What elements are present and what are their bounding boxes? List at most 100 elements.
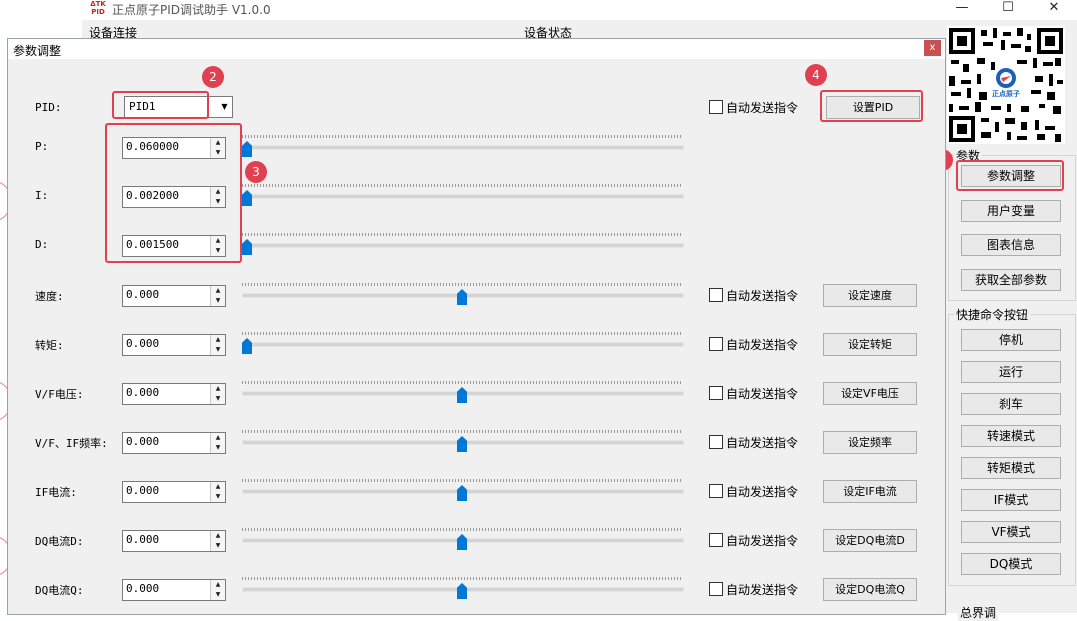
spin-down-icon[interactable]: ▼ [211, 443, 225, 453]
pid-slider[interactable] [242, 135, 684, 159]
pid-label: PID: [35, 101, 62, 114]
auto-send-checkbox[interactable] [709, 288, 723, 302]
speed-mode-button[interactable]: 转速模式 [961, 425, 1061, 447]
param-value-input[interactable]: 0.000 ▲ ▼ [122, 432, 226, 454]
run-button[interactable]: 运行 [961, 361, 1061, 383]
spin-arrows[interactable]: ▲ ▼ [210, 286, 225, 306]
param-slider[interactable] [242, 479, 684, 503]
vf-mode-button[interactable]: VF模式 [961, 521, 1061, 543]
set-param-button[interactable]: 设定速度 [823, 284, 917, 307]
pid-slider[interactable] [242, 184, 684, 208]
slider-thumb[interactable] [457, 436, 467, 452]
param-adjust-dialog: 参数调整 x PID: PID1 ▼ 自动发送指令 设置PID P: 0.0600… [7, 38, 946, 615]
spin-arrows[interactable]: ▲ ▼ [210, 580, 225, 600]
slider-thumb[interactable] [457, 583, 467, 599]
set-param-button[interactable]: 设定VF电压 [823, 382, 917, 405]
slider-thumb[interactable] [457, 289, 467, 305]
spin-down-icon[interactable]: ▼ [211, 345, 225, 355]
param-value-input-value: 0.000 [126, 484, 160, 497]
torque-mode-button[interactable]: 转矩模式 [961, 457, 1061, 479]
user-variables-button[interactable]: 用户变量 [961, 200, 1061, 222]
spin-up-icon[interactable]: ▲ [211, 433, 225, 443]
param-value-input[interactable]: 0.000 ▲ ▼ [122, 285, 226, 307]
spin-down-icon[interactable]: ▼ [211, 296, 225, 306]
slider-thumb[interactable] [457, 485, 467, 501]
spin-arrows[interactable]: ▲ ▼ [210, 384, 225, 404]
param-slider[interactable] [242, 577, 684, 601]
slider-thumb[interactable] [242, 338, 252, 354]
param-slider[interactable] [242, 332, 684, 356]
slider-ticks [242, 479, 682, 482]
param-slider[interactable] [242, 283, 684, 307]
set-param-button[interactable]: 设定频率 [823, 431, 917, 454]
param-value-input[interactable]: 0.000 ▲ ▼ [122, 579, 226, 601]
spin-arrows[interactable]: ▲ ▼ [210, 335, 225, 355]
minimize-button[interactable]: — [939, 0, 985, 18]
spin-down-icon[interactable]: ▼ [211, 492, 225, 502]
spin-up-icon[interactable]: ▲ [211, 286, 225, 296]
dq-mode-button[interactable]: DQ模式 [961, 553, 1061, 575]
app-title: 正点原子PID调试助手 V1.0.0 [112, 3, 271, 17]
param-value-input[interactable]: 0.000 ▲ ▼ [122, 530, 226, 552]
param-value-input-value: 0.000 [126, 435, 160, 448]
set-param-button[interactable]: 设定IF电流 [823, 480, 917, 503]
slider-ticks [242, 430, 682, 433]
slider-thumb[interactable] [242, 190, 252, 206]
slider-ticks [242, 184, 682, 187]
param-value-input[interactable]: 0.000 ▲ ▼ [122, 481, 226, 503]
annotation-badge-3: 3 [245, 161, 267, 183]
slider-thumb[interactable] [457, 534, 467, 550]
annotation-box-2 [112, 91, 209, 119]
param-value-input[interactable]: 0.000 ▲ ▼ [122, 334, 226, 356]
dialog-close-button[interactable]: x [924, 40, 941, 56]
slider-ticks [242, 381, 682, 384]
spin-up-icon[interactable]: ▲ [211, 384, 225, 394]
set-param-button[interactable]: 设定转矩 [823, 333, 917, 356]
param-slider[interactable] [242, 430, 684, 454]
maximize-button[interactable]: ☐ [985, 0, 1031, 18]
auto-send-checkbox[interactable] [709, 582, 723, 596]
auto-send-checkbox[interactable] [709, 533, 723, 547]
chevron-down-icon[interactable]: ▼ [217, 97, 232, 117]
slider-thumb[interactable] [457, 387, 467, 403]
auto-send-label: 自动发送指令 [726, 534, 799, 548]
spin-arrows[interactable]: ▲ ▼ [210, 433, 225, 453]
auto-send-checkbox[interactable] [709, 484, 723, 498]
spin-up-icon[interactable]: ▲ [211, 335, 225, 345]
auto-send-checkbox[interactable] [709, 435, 723, 449]
pid-slider[interactable] [242, 233, 684, 257]
spin-down-icon[interactable]: ▼ [211, 541, 225, 551]
param-value-input-value: 0.000 [126, 288, 160, 301]
pid-auto-send-checkbox[interactable] [709, 100, 723, 114]
set-param-button[interactable]: 设定DQ电流Q [823, 578, 917, 601]
stop-button[interactable]: 停机 [961, 329, 1061, 351]
spin-down-icon[interactable]: ▼ [211, 394, 225, 404]
spin-arrows[interactable]: ▲ ▼ [210, 482, 225, 502]
quick-commands-group-title: 快捷命令按钮 [954, 306, 1031, 323]
param-row-label: 速度: [35, 290, 64, 303]
auto-send-checkbox[interactable] [709, 386, 723, 400]
get-all-params-button[interactable]: 获取全部参数 [961, 269, 1061, 291]
slider-thumb[interactable] [242, 141, 252, 157]
auto-send-checkbox[interactable] [709, 337, 723, 351]
spin-down-icon[interactable]: ▼ [211, 590, 225, 600]
param-value-input[interactable]: 0.000 ▲ ▼ [122, 383, 226, 405]
spin-up-icon[interactable]: ▲ [211, 482, 225, 492]
qr-caption: 正点原子 [992, 90, 1020, 98]
if-mode-button[interactable]: IF模式 [961, 489, 1061, 511]
param-slider[interactable] [242, 528, 684, 552]
brake-button[interactable]: 刹车 [961, 393, 1061, 415]
auto-send-label: 自动发送指令 [726, 338, 799, 352]
close-window-button[interactable]: ✕ [1031, 0, 1077, 18]
slider-ticks [242, 283, 682, 286]
param-slider[interactable] [242, 381, 684, 405]
slider-thumb[interactable] [242, 239, 252, 255]
annotation-box-1 [956, 160, 1064, 191]
spin-arrows[interactable]: ▲ ▼ [210, 531, 225, 551]
set-param-button[interactable]: 设定DQ电流D [823, 529, 917, 552]
param-row-label: V/F电压: [35, 388, 84, 401]
chart-info-button[interactable]: 图表信息 [961, 234, 1061, 256]
spin-up-icon[interactable]: ▲ [211, 531, 225, 541]
auto-send-label: 自动发送指令 [726, 289, 799, 303]
spin-up-icon[interactable]: ▲ [211, 580, 225, 590]
